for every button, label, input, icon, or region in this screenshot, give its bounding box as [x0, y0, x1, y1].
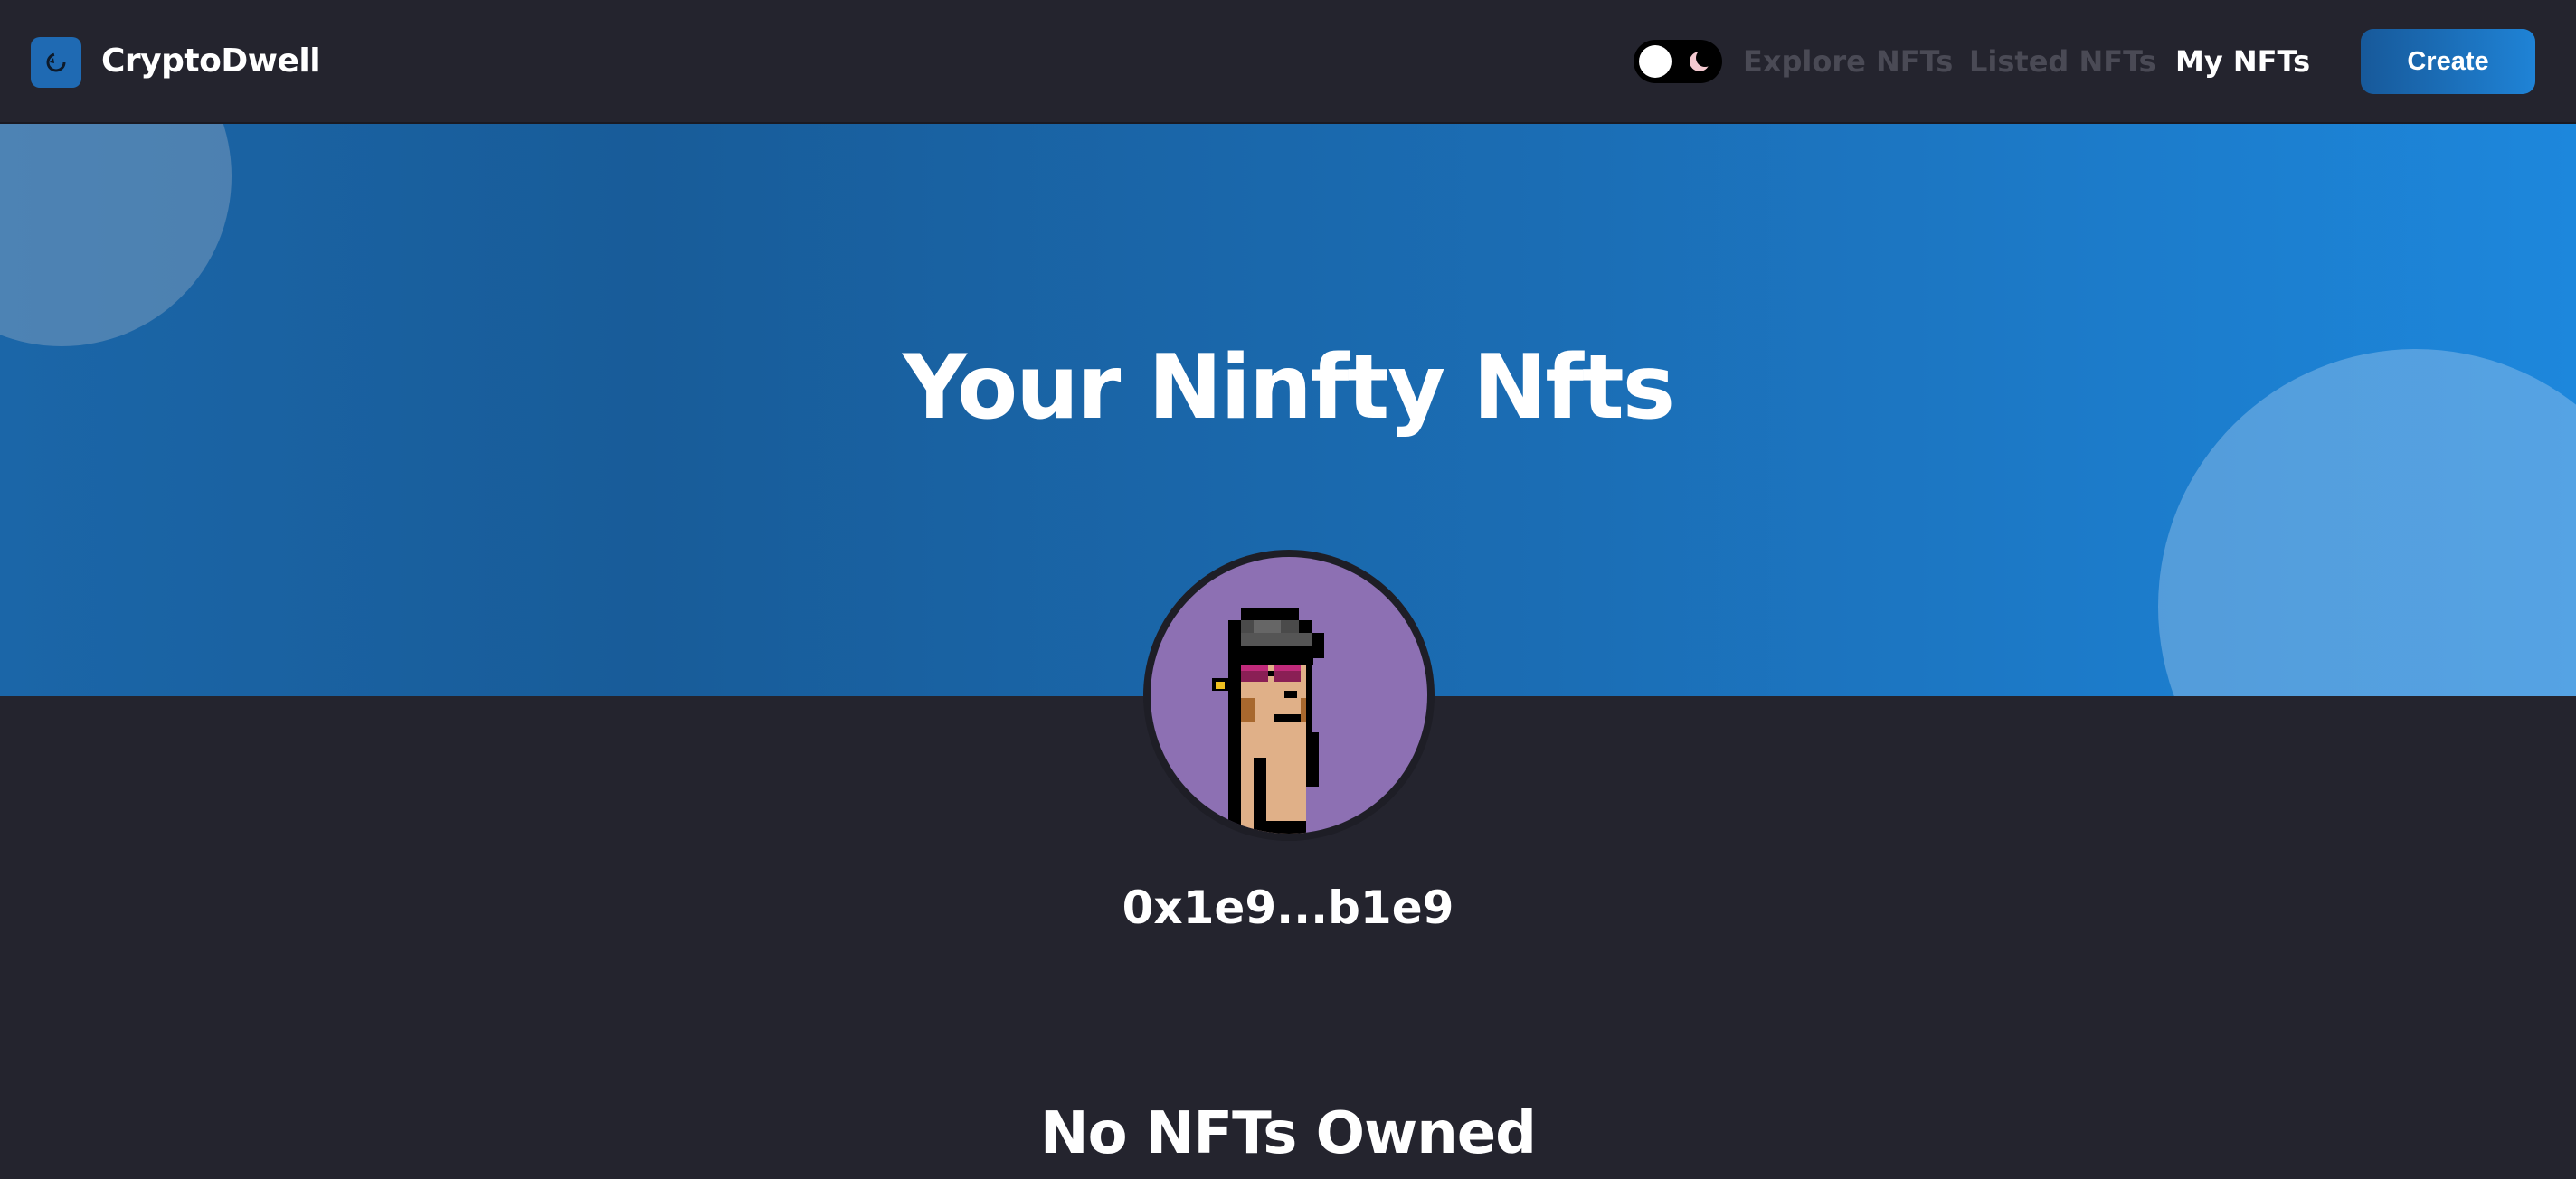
avatar — [1143, 550, 1435, 841]
nav-explore-nfts[interactable]: Explore NFTs — [1743, 40, 1953, 83]
nav-listed-nfts[interactable]: Listed NFTs — [1969, 40, 2156, 83]
sun-icon — [1639, 45, 1672, 78]
nav-my-nfts[interactable]: My NFTs — [2175, 40, 2310, 83]
top-navbar: CryptoDwell Explore NFTs Listed NFTs My … — [0, 0, 2576, 124]
moon-icon — [1690, 49, 1714, 71]
page-title: Your Ninfty Nfts — [902, 336, 1675, 439]
refresh-icon — [46, 52, 66, 72]
create-button[interactable]: Create — [2361, 29, 2535, 94]
pixel-punk-avatar — [1212, 608, 1324, 834]
decorative-bubble — [0, 124, 232, 346]
theme-toggle[interactable] — [1634, 40, 1722, 83]
brand-name[interactable]: CryptoDwell — [101, 40, 321, 83]
wallet-address: 0x1e9...b1e9 — [1122, 882, 1454, 934]
empty-state-message: No NFTs Owned — [1040, 1100, 1537, 1167]
logo[interactable] — [31, 37, 81, 88]
